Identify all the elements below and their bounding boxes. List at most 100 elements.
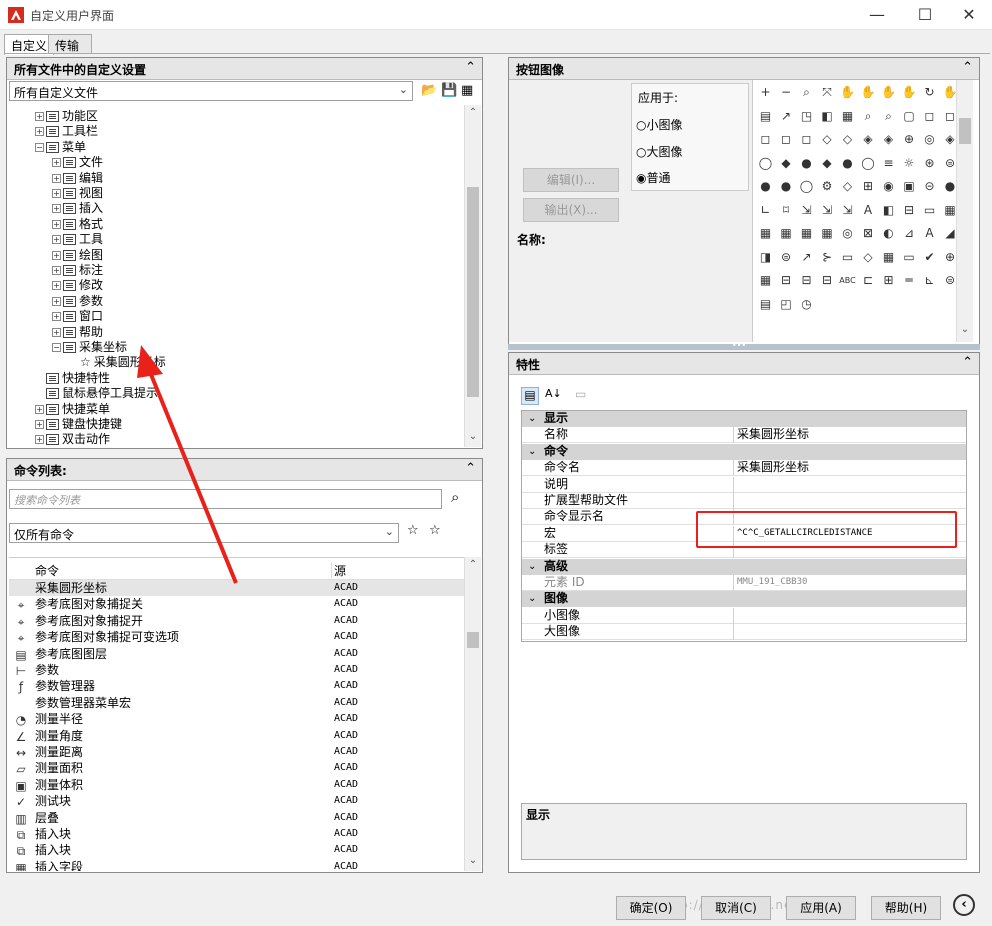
radio-normal[interactable]: ◉普通 [636, 169, 671, 186]
tree-item[interactable]: + 功能区 [35, 109, 98, 125]
button-image-icon[interactable]: ═ [900, 271, 919, 290]
button-image-icon[interactable]: ◨ [756, 248, 775, 267]
button-image-icon[interactable]: ● [777, 177, 796, 196]
search-icon[interactable]: ⌕ [451, 488, 459, 506]
minimize-button[interactable]: — [854, 0, 900, 30]
scroll-up-icon[interactable]: ⌃ [465, 107, 481, 118]
button-image-icon[interactable]: ⊟ [797, 271, 816, 290]
tree-scroll-thumb[interactable] [467, 187, 479, 397]
category-collapse-icon[interactable]: ⌄ [528, 559, 536, 574]
column-command[interactable]: 命令 [35, 562, 59, 579]
command-row[interactable]: ⧉ 插入块 ACAD [9, 842, 464, 858]
tree-item[interactable]: − 菜单 [35, 140, 86, 156]
tree-item[interactable]: + 修改 [52, 278, 103, 294]
command-row[interactable]: ▦ 插入字段 ACAD [9, 859, 464, 871]
button-image-icon[interactable]: A [920, 224, 939, 243]
expand-icon[interactable]: + [35, 435, 44, 445]
tree-item[interactable]: + 双击动作 [35, 432, 110, 447]
button-image-icon[interactable]: ◻ [797, 130, 816, 149]
button-image-icon[interactable]: ◢ [941, 224, 957, 243]
expand-icon[interactable]: + [35, 404, 44, 414]
button-image-icon[interactable]: ⊜ [941, 154, 957, 173]
save-icon[interactable]: 💾 [441, 83, 457, 98]
button-image-icon[interactable]: ▦ [756, 271, 775, 290]
property-row[interactable]: 扩展型帮助文件 [522, 493, 966, 509]
button-image-icon[interactable]: ⇲ [838, 201, 857, 220]
button-image-icon[interactable]: ⊾ [920, 271, 939, 290]
button-image-icon[interactable]: ▤ [756, 107, 775, 126]
tree-item[interactable]: + 文件 [52, 155, 103, 171]
categorized-icon[interactable]: ▤ [521, 387, 539, 405]
tree-item[interactable]: + 编辑 [52, 171, 103, 187]
scroll-up-icon[interactable]: ⌃ [465, 559, 481, 570]
expand-icon[interactable]: + [52, 158, 61, 168]
button-image-icon[interactable]: ⚙ [818, 177, 837, 196]
button-image-icon[interactable]: ◎ [838, 224, 857, 243]
property-value[interactable]: 采集圆形坐标 [734, 460, 966, 475]
scroll-down-icon[interactable]: ⌄ [465, 431, 481, 442]
icon-scroll-thumb[interactable] [959, 118, 971, 144]
button-image-icon[interactable]: ◆ [777, 154, 796, 173]
button-image-icon[interactable]: ⊠ [859, 224, 878, 243]
button-image-icon[interactable]: ◐ [879, 224, 898, 243]
close-button[interactable]: ✕ [946, 0, 992, 30]
tree-item[interactable]: + 快捷菜单 [35, 402, 110, 418]
tree-item[interactable]: + 标注 [52, 263, 103, 279]
button-image-icon[interactable]: ⌕ [859, 107, 878, 126]
button-image-icon[interactable]: ↗ [797, 248, 816, 267]
category-collapse-icon[interactable]: ⌄ [528, 411, 536, 426]
button-image-icon[interactable]: ✋ [859, 83, 878, 102]
tree-item[interactable]: + 键盘快捷键 [35, 417, 122, 433]
property-category[interactable]: ⌄ 高级 [522, 558, 966, 575]
button-image-icon[interactable]: ◇ [859, 248, 878, 267]
button-image-icon[interactable]: ∟ [756, 201, 775, 220]
button-image-icon[interactable]: ▦ [879, 248, 898, 267]
button-image-icon[interactable]: ↗ [777, 107, 796, 126]
button-image-icon[interactable]: ◯ [797, 177, 816, 196]
button-image-icon[interactable]: ✋ [838, 83, 857, 102]
tab-transfer[interactable]: 传输 [48, 34, 92, 54]
icon-grid-scrollbar[interactable]: ⌄ [956, 80, 973, 342]
collapse-chevron-icon[interactable]: ⌃ [962, 355, 973, 370]
property-category[interactable]: ⌄ 显示 [522, 411, 966, 427]
button-image-icon[interactable]: ⊕ [900, 130, 919, 149]
expand-icon[interactable]: + [52, 173, 61, 183]
button-image-icon[interactable]: ◻ [756, 130, 775, 149]
button-image-icon[interactable]: ▦ [838, 107, 857, 126]
button-image-icon[interactable]: ⊞ [859, 177, 878, 196]
button-image-icon[interactable]: ◈ [941, 130, 957, 149]
property-row[interactable]: 元素 ID MMU_191_CBB30 [522, 575, 966, 591]
tree-item[interactable]: + 帮助 [52, 325, 103, 341]
command-row[interactable]: ▱ 测量面积 ACAD [9, 760, 464, 776]
scroll-down-icon[interactable]: ⌄ [957, 324, 973, 335]
command-row[interactable]: ▥ 层叠 ACAD [9, 810, 464, 826]
expand-icon[interactable]: + [52, 296, 61, 306]
property-pages-icon[interactable]: ▭ [575, 387, 586, 401]
tree-item[interactable]: 鼠标悬停工具提示 [35, 386, 158, 402]
button-image-icon[interactable]: ◰ [777, 295, 796, 314]
apply-button[interactable]: 应用(A) [786, 896, 856, 920]
button-image-icon[interactable]: ⊜ [941, 271, 957, 290]
category-collapse-icon[interactable]: ⌄ [528, 444, 536, 459]
button-image-icon[interactable]: ☼ [900, 154, 919, 173]
command-scroll-thumb[interactable] [467, 632, 479, 648]
sort-alpha-icon[interactable]: A↓ [545, 387, 562, 400]
button-image-icon[interactable]: ◻ [920, 107, 939, 126]
properties-icon[interactable]: ▦ [461, 83, 473, 98]
property-category[interactable]: ⌄ 命令 [522, 443, 966, 460]
tree-item[interactable]: + 参数 [52, 294, 103, 310]
button-image-icon[interactable]: ▣ [900, 177, 919, 196]
button-image-icon[interactable]: ◻ [777, 130, 796, 149]
button-image-icon[interactable]: ◷ [797, 295, 816, 314]
button-image-icon[interactable]: ▦ [777, 224, 796, 243]
command-row[interactable]: 采集圆形坐标 ACAD [9, 580, 464, 597]
ok-button[interactable]: 确定(O) [616, 896, 686, 920]
button-image-icon[interactable]: ⊟ [900, 201, 919, 220]
button-image-icon[interactable]: − [777, 83, 796, 102]
button-image-icon[interactable]: ▦ [797, 224, 816, 243]
button-image-icon[interactable]: ▦ [941, 201, 957, 220]
expand-icon[interactable]: + [52, 250, 61, 260]
button-image-icon[interactable]: ◯ [756, 154, 775, 173]
command-row[interactable]: ⌖ 参考底图对象捕捉关 ACAD [9, 596, 464, 612]
collapse-icon[interactable]: − [35, 142, 44, 152]
